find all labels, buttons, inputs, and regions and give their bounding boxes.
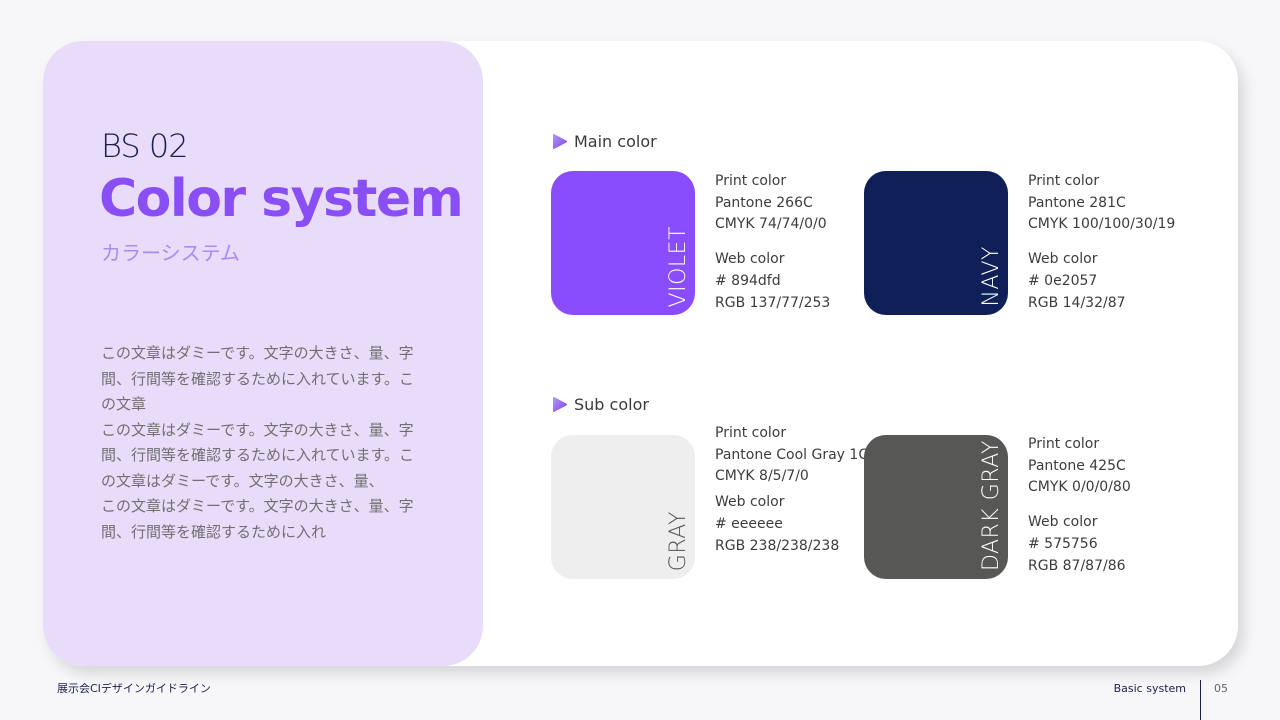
rgb-value: RGB 14/32/87 [1028, 294, 1126, 311]
swatch-violet: VIOLET [551, 171, 695, 315]
triangle-bullet-icon [553, 396, 567, 413]
title-panel: BS 02 Color system カラーシステム この文章はダミーです。文字… [43, 41, 483, 666]
cmyk-value: CMYK 74/74/0/0 [715, 216, 827, 233]
spec-violet: Print color Pantone 266C CMYK 74/74/0/0 … [715, 171, 830, 314]
cmyk-value: CMYK 100/100/30/19 [1028, 216, 1176, 233]
body-paragraph: この文章はダミーです。文字の大きさ、量、字間、行間等を確認するために入れています… [101, 344, 415, 413]
page-title: Color system [99, 169, 464, 229]
print-color-heading: Print color [715, 425, 787, 441]
hex-value: # eeeeee [715, 515, 783, 532]
web-color-heading: Web color [1028, 251, 1098, 268]
spec-navy: Print color Pantone 281C CMYK 100/100/30… [1028, 171, 1175, 314]
swatch-name: VIOLET [666, 225, 691, 307]
cmyk-value: CMYK 8/5/7/0 [715, 468, 809, 485]
main-color-heading: Main color [551, 132, 657, 151]
swatch-name: NAVY [979, 246, 1004, 307]
spec-dark-gray: Print color Pantone 425C CMYK 0/0/0/80 W… [1028, 434, 1131, 577]
web-color-heading: Web color [715, 494, 785, 511]
swatch-navy: NAVY [864, 171, 1008, 315]
pantone-value: Pantone Cool Gray 1C [715, 446, 869, 463]
page-subtitle: カラーシステム [101, 241, 240, 265]
swatch-name: GRAY [666, 510, 691, 571]
print-color-heading: Print color [715, 173, 787, 189]
body-paragraph: この文章はダミーです。文字の大きさ、量、字間、行間等を確認するために入れ [101, 497, 414, 541]
pantone-value: Pantone 425C [1028, 457, 1126, 474]
slide-card: BS 02 Color system カラーシステム この文章はダミーです。文字… [43, 41, 1238, 666]
web-color-heading: Web color [715, 251, 785, 268]
pantone-value: Pantone 281C [1028, 194, 1126, 211]
spec-gray: Print color Pantone Cool Gray 1C CMYK 8/… [715, 423, 869, 557]
hex-value: # 575756 [1028, 535, 1098, 552]
sub-color-heading: Sub color [551, 395, 649, 414]
rgb-value: RGB 238/238/238 [715, 537, 840, 554]
rgb-value: RGB 137/77/253 [715, 294, 831, 311]
web-color-heading: Web color [1028, 514, 1098, 531]
footer-page-number: 05 [1214, 682, 1228, 695]
pantone-value: Pantone 266C [715, 194, 813, 211]
footer-divider [1200, 680, 1201, 720]
body-text: この文章はダミーです。文字の大きさ、量、字間、行間等を確認するために入れています… [101, 341, 421, 545]
swatch-gray: GRAY [551, 435, 695, 579]
rgb-value: RGB 87/87/86 [1028, 557, 1126, 574]
sub-color-label: Sub color [574, 395, 649, 414]
footer-section-name: Basic system [1113, 682, 1186, 695]
section-number: BS 02 [101, 127, 189, 165]
cmyk-value: CMYK 0/0/0/80 [1028, 479, 1131, 496]
main-color-label: Main color [574, 132, 657, 151]
hex-value: # 894dfd [715, 272, 781, 289]
swatch-dark-gray: DARK GRAY [864, 435, 1008, 579]
footer-document-title: 展示会CIデザインガイドライン [57, 682, 211, 695]
triangle-bullet-icon [553, 133, 567, 150]
swatch-name: DARK GRAY [979, 439, 1004, 571]
print-color-heading: Print color [1028, 173, 1100, 189]
hex-value: # 0e2057 [1028, 272, 1098, 289]
print-color-heading: Print color [1028, 436, 1100, 452]
body-paragraph: この文章はダミーです。文字の大きさ、量、字間、行間等を確認するために入れています… [101, 420, 415, 490]
